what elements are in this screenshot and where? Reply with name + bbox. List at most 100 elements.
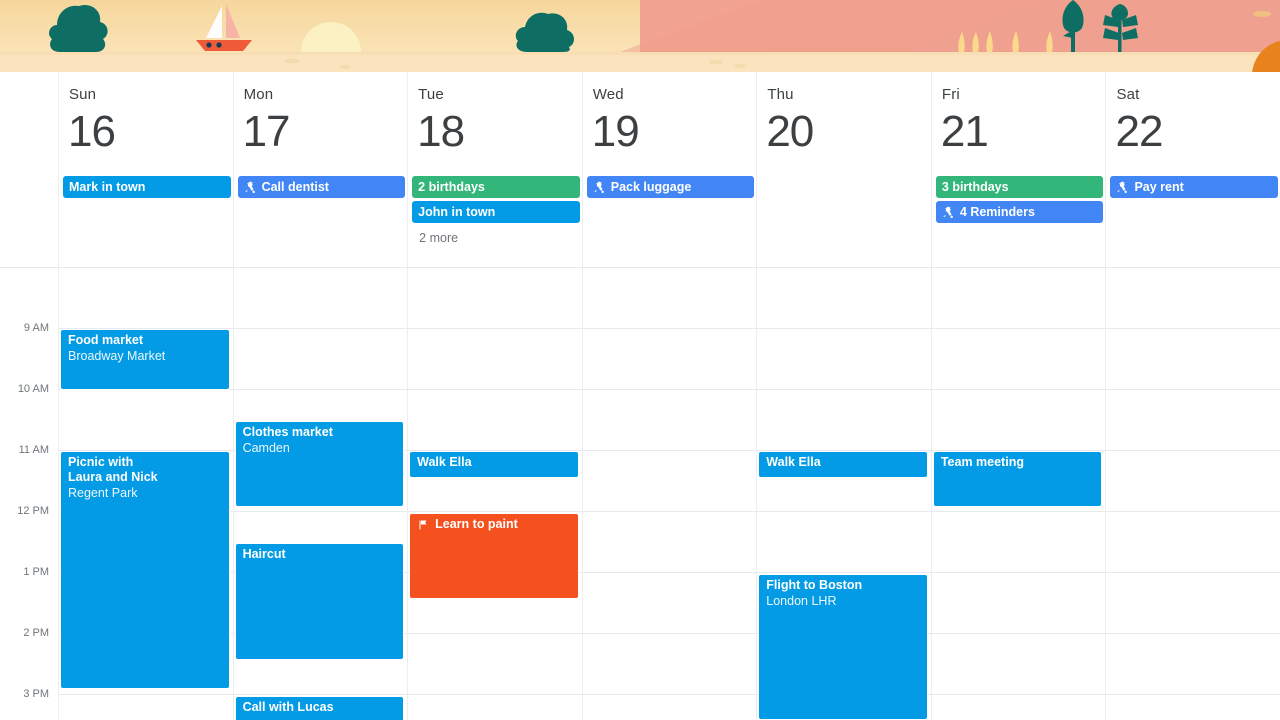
event-location: Camden	[242, 441, 290, 455]
header-gutter	[0, 72, 58, 268]
day-name: Thu	[767, 86, 794, 103]
time-label: 1 PM	[23, 566, 49, 578]
calendar-event[interactable]: Picnic with Laura and Nick Regent Park	[60, 451, 230, 689]
allday-section: Mark in town	[59, 176, 233, 201]
time-label: 10 AM	[17, 383, 49, 395]
seasonal-illustration-banner	[0, 0, 1280, 72]
day-gridline	[1105, 268, 1106, 720]
calendar-event[interactable]: Flight to Boston London LHR	[758, 574, 928, 720]
allday-section: 2 birthdays John in town 2 more	[408, 176, 582, 246]
reminder-icon	[1116, 181, 1129, 194]
event-title: Walk Ella	[417, 455, 472, 469]
calendar-event[interactable]: Learn to paint	[409, 513, 579, 599]
allday-chip-event[interactable]: John in town	[412, 201, 580, 223]
day-gridline	[233, 268, 234, 720]
day-column-thu[interactable]: Thu 20	[756, 72, 931, 268]
day-gridline	[756, 268, 757, 720]
allday-chip-label: John in town	[418, 205, 496, 219]
allday-section: 3 birthdays 4 Reminders	[932, 176, 1106, 226]
day-name: Tue	[418, 86, 444, 103]
allday-chip-reminder[interactable]: Pack luggage	[586, 176, 755, 198]
time-axis: 9 AM 10 AM 11 AM 12 PM 1 PM 2 PM 3 PM	[0, 268, 58, 720]
hour-gridline	[58, 694, 1280, 695]
allday-chip-label: 3 birthdays	[941, 180, 1009, 194]
day-number[interactable]: 21	[932, 104, 1106, 158]
day-gridline	[582, 268, 583, 720]
event-title: Team meeting	[940, 455, 1024, 469]
hour-gridline	[58, 328, 1280, 329]
day-number[interactable]: 22	[1106, 104, 1280, 158]
day-number[interactable]: 16	[59, 104, 233, 158]
allday-chip-label: Mark in town	[69, 180, 146, 194]
event-title: Picnic with Laura and Nick	[68, 455, 158, 484]
banner-artwork	[0, 0, 1280, 72]
event-location: Regent Park	[68, 486, 138, 500]
calendar-event[interactable]: Clothes market Camden	[234, 421, 405, 507]
day-header-row: Sun 16 Mark in town Mon 17 Call dentist Tue 18 2…	[0, 72, 1280, 268]
event-title: Clothes market	[242, 425, 333, 439]
time-grid: 9 AM 10 AM 11 AM 12 PM 1 PM 2 PM 3 PM Food mar…	[0, 268, 1280, 720]
allday-section: Call dentist	[234, 176, 408, 201]
reminder-icon	[593, 181, 606, 194]
event-location: Broadway Market	[68, 349, 166, 363]
allday-chip-label: Pack luggage	[610, 180, 692, 194]
day-gridline	[931, 268, 932, 720]
day-column-fri[interactable]: Fri 21 3 birthdays 4 Reminders	[930, 72, 1106, 268]
day-column-tue[interactable]: Tue 18 2 birthdays John in town 2 more	[407, 72, 582, 268]
allday-section: Pack luggage	[583, 176, 757, 201]
allday-more-link[interactable]: 2 more	[412, 226, 580, 246]
allday-chip-reminder[interactable]: Pay rent	[1110, 176, 1279, 198]
event-title: Food market	[68, 333, 144, 347]
event-title: Walk Ella	[766, 455, 821, 469]
hour-gridline	[58, 511, 1280, 512]
time-label: 9 AM	[23, 322, 49, 334]
allday-chip-event[interactable]: Mark in town	[63, 176, 231, 198]
day-gridline	[58, 268, 59, 720]
day-column-sat[interactable]: Sat 22 Pay rent	[1105, 72, 1280, 268]
time-label: 3 PM	[23, 688, 49, 700]
calendar-event[interactable]: Call with Lucas	[234, 696, 405, 720]
event-title-text: Learn to paint	[435, 517, 518, 531]
allday-section: Pay rent	[1106, 176, 1280, 201]
day-name: Mon	[243, 86, 274, 103]
calendar-week-view: Sun 16 Mark in town Mon 17 Call dentist Tue 18 2…	[0, 0, 1280, 720]
hour-gridline	[58, 389, 1280, 390]
event-location: London LHR	[766, 594, 837, 608]
day-columns: Sun 16 Mark in town Mon 17 Call dentist Tue 18 2…	[58, 72, 1280, 268]
reminder-icon	[942, 206, 955, 219]
allday-chip-label: 2 birthdays	[418, 180, 485, 194]
time-label: 12 PM	[17, 505, 49, 517]
event-title: Learn to paint	[417, 517, 571, 532]
allday-chip-reminder[interactable]: Call dentist	[237, 176, 406, 198]
day-column-sun[interactable]: Sun 16 Mark in town	[58, 72, 233, 268]
reminder-icon	[244, 181, 257, 194]
calendar-event[interactable]: Food market Broadway Market	[60, 329, 230, 390]
time-label: 2 PM	[23, 627, 49, 639]
time-label: 11 AM	[18, 444, 49, 456]
calendar-event[interactable]: Team meeting	[932, 451, 1103, 507]
event-title: Call with Lucas	[242, 700, 334, 714]
day-name: Fri	[941, 86, 960, 103]
allday-chip-reminder[interactable]: 4 Reminders	[935, 201, 1104, 223]
day-gridline	[407, 268, 408, 720]
event-title: Flight to Boston	[766, 578, 863, 592]
calendar-event[interactable]: Walk Ella	[758, 451, 928, 478]
allday-chip-label: 4 Reminders	[959, 205, 1035, 219]
day-name: Sat	[1116, 86, 1140, 103]
day-name: Sun	[69, 86, 97, 103]
day-number[interactable]: 17	[234, 104, 408, 158]
allday-chip-label: Call dentist	[261, 180, 329, 194]
day-column-mon[interactable]: Mon 17 Call dentist	[232, 72, 408, 268]
event-title: Haircut	[242, 547, 286, 561]
day-column-wed[interactable]: Wed 19 Pack luggage	[581, 72, 757, 268]
time-grid-scroll[interactable]: 9 AM 10 AM 11 AM 12 PM 1 PM 2 PM 3 PM Food mar…	[0, 268, 1280, 720]
calendar-event[interactable]: Walk Ella	[409, 451, 579, 478]
day-number[interactable]: 20	[757, 104, 931, 158]
day-number[interactable]: 18	[408, 104, 582, 158]
day-name: Wed	[592, 86, 624, 103]
calendar-event[interactable]: Haircut	[234, 543, 405, 660]
allday-chip-birthday[interactable]: 3 birthdays	[935, 176, 1104, 198]
flag-icon	[417, 519, 429, 531]
day-number[interactable]: 19	[583, 104, 757, 158]
allday-chip-birthday[interactable]: 2 birthdays	[412, 176, 580, 198]
